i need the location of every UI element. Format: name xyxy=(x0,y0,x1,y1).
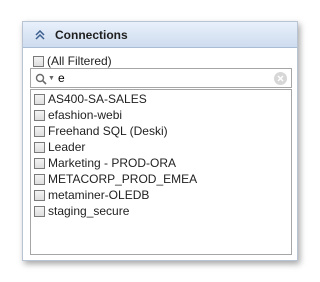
connections-panel: Connections (All Filtered) ▼ AS400-SA-SA… xyxy=(22,21,298,261)
list-item-label: AS400-SA-SALES xyxy=(48,92,147,106)
list-item[interactable]: staging_secure xyxy=(31,203,291,219)
search-options-caret-icon[interactable]: ▼ xyxy=(48,75,55,82)
item-checkbox[interactable] xyxy=(34,93,45,105)
all-filtered-label: (All Filtered) xyxy=(47,54,112,68)
all-filtered-checkbox[interactable] xyxy=(33,55,44,67)
list-item[interactable]: metaminer-OLEDB xyxy=(31,187,291,203)
search-input[interactable] xyxy=(57,70,274,86)
item-checkbox[interactable] xyxy=(34,141,45,153)
list-item-label: staging_secure xyxy=(48,204,130,218)
list-item[interactable]: Marketing - PROD-ORA xyxy=(31,155,291,171)
item-checkbox[interactable] xyxy=(34,157,45,169)
double-chevron-up-icon[interactable] xyxy=(31,26,49,44)
search-icon[interactable] xyxy=(35,72,47,85)
list-item[interactable]: AS400-SA-SALES xyxy=(31,91,291,107)
item-checkbox[interactable] xyxy=(34,205,45,217)
panel-title: Connections xyxy=(55,27,128,42)
list-item-label: Freehand SQL (Deski) xyxy=(48,124,168,138)
list-item[interactable]: METACORP_PROD_EMEA xyxy=(31,171,291,187)
list-item-label: efashion-webi xyxy=(48,108,123,122)
panel-header: Connections xyxy=(23,22,297,48)
item-checkbox[interactable] xyxy=(34,173,45,185)
item-checkbox[interactable] xyxy=(34,189,45,201)
list-item-label: Marketing - PROD-ORA xyxy=(48,156,177,170)
list-item-label: metaminer-OLEDB xyxy=(48,188,150,202)
item-checkbox[interactable] xyxy=(34,125,45,137)
list-item[interactable]: Freehand SQL (Deski) xyxy=(31,123,291,139)
item-checkbox[interactable] xyxy=(34,109,45,121)
search-box: ▼ xyxy=(30,68,292,88)
clear-icon[interactable] xyxy=(274,71,287,85)
list-item[interactable]: efashion-webi xyxy=(31,107,291,123)
list-item-label: METACORP_PROD_EMEA xyxy=(48,172,198,186)
connection-list: AS400-SA-SALES efashion-webi Freehand SQ… xyxy=(30,89,292,255)
list-item-label: Leader xyxy=(48,140,86,154)
list-item[interactable]: Leader xyxy=(31,139,291,155)
